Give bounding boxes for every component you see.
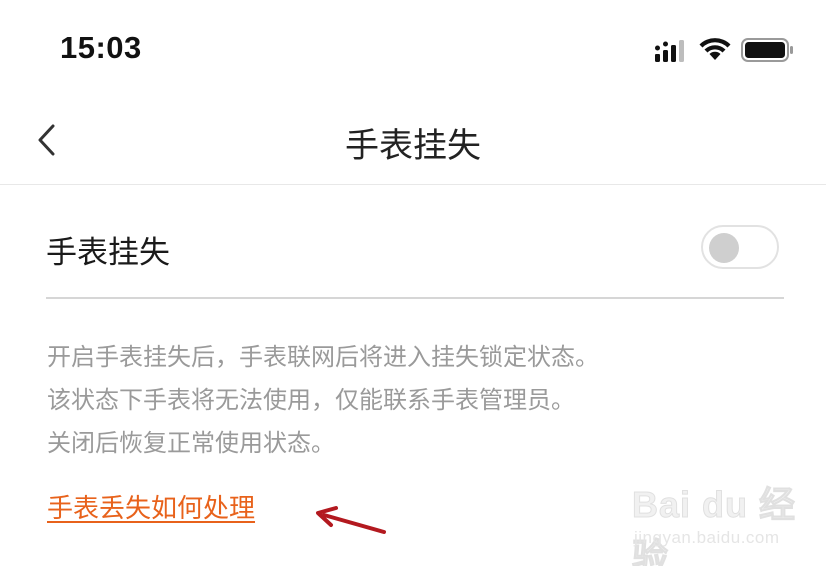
page-title: 手表挂失	[345, 126, 481, 166]
lost-watch-page: 15:03 手表挂失 手表挂失 开启手表挂失后，手表联网后将进入挂失锁定状态。 …	[0, 0, 826, 566]
toggle-knob	[709, 233, 739, 263]
lost-watch-help-link[interactable]: 手表丢失如何处理	[47, 488, 255, 525]
lost-mode-toggle[interactable]	[701, 225, 779, 269]
battery-icon	[741, 38, 793, 62]
description-line: 开启手表挂失后，手表联网后将进入挂失锁定状态。	[47, 343, 599, 371]
lost-mode-setting-row: 手表挂失	[46, 185, 784, 299]
watermark-brand: Bai du 经验	[632, 484, 797, 566]
signal-icon	[655, 40, 684, 62]
lost-mode-label: 手表挂失	[46, 235, 170, 271]
watermark-url: jingyan.baidu.com	[634, 528, 780, 547]
description-line: 该状态下手表将无法使用，仅能联系手表管理员。	[47, 386, 575, 414]
status-bar: 15:03	[0, 0, 826, 100]
lost-mode-description: 开启手表挂失后，手表联网后将进入挂失锁定状态。 该状态下手表将无法使用，仅能联系…	[47, 336, 787, 465]
baidu-jingyan-watermark: Bai du 经验 jingyan.baidu.com	[632, 476, 812, 566]
red-arrow-annotation	[316, 506, 386, 534]
nav-bar: 手表挂失	[0, 100, 826, 185]
wifi-icon	[699, 38, 731, 60]
status-time: 15:03	[60, 30, 142, 65]
description-line: 关闭后恢复正常使用状态。	[47, 429, 335, 457]
